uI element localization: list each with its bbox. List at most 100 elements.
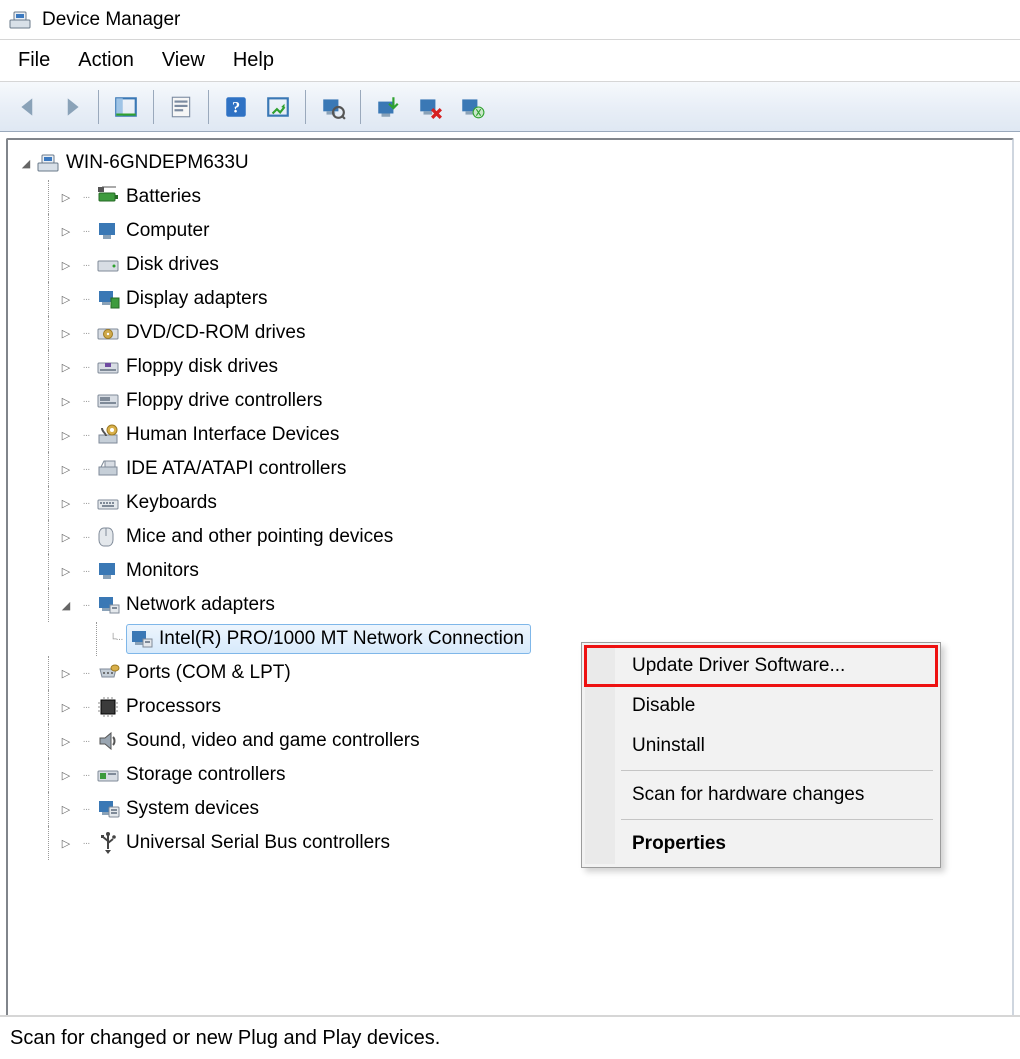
tree-category[interactable]: ▷ ··· Disk drives xyxy=(12,248,1012,282)
tree-connector: ··· xyxy=(76,736,96,747)
tree-connector: ··· xyxy=(76,566,96,577)
expand-glyph[interactable]: ▷ xyxy=(58,327,74,340)
expand-glyph[interactable]: ▷ xyxy=(58,225,74,238)
menu-action[interactable]: Action xyxy=(78,49,134,72)
tree-category-label: IDE ATA/ATAPI controllers xyxy=(126,458,346,480)
tree-category[interactable]: ▷ ··· Floppy drive controllers xyxy=(12,384,1012,418)
properties-button[interactable] xyxy=(162,88,200,126)
svg-text:?: ? xyxy=(232,98,240,116)
forward-button[interactable] xyxy=(52,88,90,126)
context-menu-item[interactable]: Update Driver Software... xyxy=(585,646,937,686)
context-menu-item[interactable]: Scan for hardware changes xyxy=(585,775,937,815)
menu-bar: File Action View Help xyxy=(0,40,1020,82)
tree-connector: ··· xyxy=(76,430,96,441)
scan-hardware-button[interactable] xyxy=(314,88,352,126)
category-icon xyxy=(96,185,120,209)
properties-pane-button[interactable] xyxy=(107,88,145,126)
tree-connector: └··· xyxy=(106,634,126,645)
tree-category-label: Storage controllers xyxy=(126,764,285,786)
category-icon xyxy=(96,355,120,379)
tree-category[interactable]: ▷ ··· IDE ATA/ATAPI controllers xyxy=(12,452,1012,486)
expand-glyph[interactable]: ▷ xyxy=(58,361,74,374)
tree-connector: ··· xyxy=(76,804,96,815)
menu-view[interactable]: View xyxy=(162,49,205,72)
tree-connector: ··· xyxy=(76,328,96,339)
tree-category-label: System devices xyxy=(126,798,259,820)
context-menu-item[interactable]: Properties xyxy=(585,824,937,864)
category-icon xyxy=(96,253,120,277)
category-icon xyxy=(96,219,120,243)
tree-category[interactable]: ▷ ··· Keyboards xyxy=(12,486,1012,520)
expand-glyph[interactable]: ▷ xyxy=(58,735,74,748)
properties-pane-icon xyxy=(113,94,139,120)
tree-connector: ··· xyxy=(76,192,96,203)
expand-glyph[interactable]: ▷ xyxy=(58,837,74,850)
tree-category-label: Batteries xyxy=(126,186,201,208)
tree-category[interactable]: ▷ ··· Computer xyxy=(12,214,1012,248)
category-icon xyxy=(96,457,120,481)
tree-category[interactable]: ▷ ··· Mice and other pointing devices xyxy=(12,520,1012,554)
menu-help[interactable]: Help xyxy=(233,49,274,72)
expand-glyph[interactable]: ▷ xyxy=(58,701,74,714)
tree-category-label: Computer xyxy=(126,220,209,242)
title-bar: Device Manager xyxy=(0,0,1020,40)
expand-glyph[interactable]: ▷ xyxy=(58,531,74,544)
expand-glyph[interactable]: ◢ xyxy=(18,157,34,170)
tree-connector: ··· xyxy=(76,396,96,407)
context-menu-item[interactable]: Disable xyxy=(585,686,937,726)
back-button[interactable] xyxy=(10,88,48,126)
tree-category-label: Ports (COM & LPT) xyxy=(126,662,291,684)
tree-category[interactable]: ▷ ··· Display adapters xyxy=(12,282,1012,316)
tree-connector: ··· xyxy=(76,498,96,509)
window-title: Device Manager xyxy=(42,9,180,31)
tree-category[interactable]: ▷ ··· Monitors xyxy=(12,554,1012,588)
category-icon xyxy=(96,559,120,583)
menu-file[interactable]: File xyxy=(18,49,50,72)
tree-category[interactable]: ▷ ··· Floppy disk drives xyxy=(12,350,1012,384)
expand-glyph[interactable]: ▷ xyxy=(58,497,74,510)
toolbar-separator xyxy=(305,90,306,124)
content-area: ◢ WIN-6GNDEPM633U ▷ ··· Batteries ▷ ··· … xyxy=(0,132,1020,1018)
tree-category-label: Universal Serial Bus controllers xyxy=(126,832,390,854)
tree-category-label: Disk drives xyxy=(126,254,219,276)
disable-device-button[interactable] xyxy=(411,88,449,126)
device-tree-frame: ◢ WIN-6GNDEPM633U ▷ ··· Batteries ▷ ··· … xyxy=(6,138,1014,1018)
tree-connector: ··· xyxy=(76,702,96,713)
tree-category-label: Processors xyxy=(126,696,221,718)
refresh-button[interactable] xyxy=(259,88,297,126)
tree-item-label: Intel(R) PRO/1000 MT Network Connection xyxy=(159,628,524,650)
tree-connector: ··· xyxy=(76,226,96,237)
toolbar-separator xyxy=(98,90,99,124)
expand-glyph[interactable]: ▷ xyxy=(58,667,74,680)
help-icon: ? xyxy=(223,94,249,120)
back-arrow-icon xyxy=(16,94,42,120)
help-button[interactable]: ? xyxy=(217,88,255,126)
uninstall-device-button[interactable] xyxy=(453,88,491,126)
scan-hardware-icon xyxy=(320,94,346,120)
expand-glyph[interactable]: ▷ xyxy=(58,565,74,578)
expand-glyph[interactable]: ▷ xyxy=(58,191,74,204)
tree-root[interactable]: ◢ WIN-6GNDEPM633U xyxy=(12,146,1012,180)
expand-glyph[interactable]: ▷ xyxy=(58,259,74,272)
context-menu-separator xyxy=(621,819,933,820)
category-icon xyxy=(96,831,120,855)
expand-glyph[interactable]: ▷ xyxy=(58,429,74,442)
tree-category[interactable]: ▷ ··· DVD/CD-ROM drives xyxy=(12,316,1012,350)
tree-category-label: Keyboards xyxy=(126,492,217,514)
expand-glyph[interactable]: ▷ xyxy=(58,463,74,476)
expand-glyph[interactable]: ▷ xyxy=(58,293,74,306)
tree-connector: ··· xyxy=(76,668,96,679)
expand-glyph[interactable]: ▷ xyxy=(58,395,74,408)
context-menu-item[interactable]: Uninstall xyxy=(585,726,937,766)
category-icon xyxy=(96,287,120,311)
tree-connector: ··· xyxy=(76,770,96,781)
tree-category[interactable]: ▷ ··· Human Interface Devices xyxy=(12,418,1012,452)
category-icon xyxy=(96,423,120,447)
expand-glyph[interactable]: ▷ xyxy=(58,769,74,782)
category-icon xyxy=(96,763,120,787)
update-driver-button[interactable] xyxy=(369,88,407,126)
expand-glyph[interactable]: ◢ xyxy=(58,599,74,612)
tree-category[interactable]: ▷ ··· Batteries xyxy=(12,180,1012,214)
expand-glyph[interactable]: ▷ xyxy=(58,803,74,816)
tree-category[interactable]: ◢ ··· Network adapters xyxy=(12,588,1012,622)
